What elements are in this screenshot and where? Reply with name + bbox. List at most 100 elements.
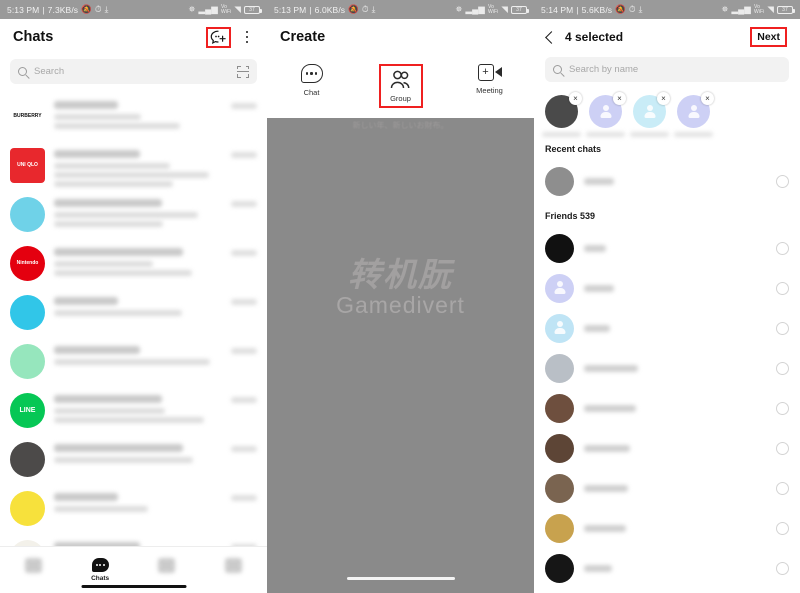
select-radio[interactable] <box>776 361 789 375</box>
scan-code-icon[interactable] <box>237 65 249 78</box>
chat-list-item[interactable] <box>0 191 267 240</box>
select-radio[interactable] <box>776 321 789 335</box>
section-header: Recent chats <box>545 144 602 154</box>
contact-row[interactable] <box>534 468 800 508</box>
select-radio[interactable] <box>776 281 789 295</box>
chat-message-preview <box>54 261 154 267</box>
vowifi-icon: Vo WiFi <box>753 3 765 15</box>
chat-timestamp <box>231 446 257 452</box>
chat-timestamp <box>231 152 257 158</box>
selected-member[interactable]: × <box>586 92 626 137</box>
chat-list-item[interactable]: BURBERRY <box>0 93 267 142</box>
avatar <box>545 513 574 543</box>
status-separator: | <box>576 4 579 15</box>
avatar <box>545 433 574 463</box>
create-option-meeting[interactable]: + Meeting <box>445 64 534 95</box>
bottom-nav-item-chats[interactable]: Chats <box>67 558 134 582</box>
home-indicator <box>346 577 455 580</box>
download-icon: ⤓ <box>104 4 109 14</box>
contact-name <box>584 364 766 372</box>
avatar <box>545 353 574 383</box>
bluetooth-icon: ✵ <box>455 4 463 14</box>
chat-list-item[interactable]: Nintendo <box>0 240 267 289</box>
vowifi-icon: Vo WiFi <box>487 3 499 15</box>
select-radio[interactable] <box>776 401 789 415</box>
contact-row[interactable] <box>534 348 800 388</box>
download-icon: ⤓ <box>371 4 376 14</box>
avatar <box>545 473 574 503</box>
chat-message-preview <box>54 114 142 120</box>
chat-list-item[interactable] <box>0 436 267 485</box>
status-separator: | <box>309 4 312 15</box>
new-chat-icon[interactable] <box>210 30 227 45</box>
back-chevron-icon[interactable] <box>545 30 558 44</box>
remove-x-icon[interactable]: × <box>569 92 582 105</box>
contact-row[interactable] <box>534 548 800 588</box>
chat-list-item[interactable] <box>0 485 267 534</box>
avatar <box>545 166 574 196</box>
contact-row[interactable] <box>534 388 800 428</box>
bottom-nav-label: Chats <box>91 575 110 582</box>
chat-message-preview <box>54 163 170 169</box>
page-title: Create <box>280 29 326 45</box>
chat-list-item[interactable] <box>0 289 267 338</box>
selected-member[interactable]: × <box>542 92 582 137</box>
chat-list-item[interactable] <box>0 338 267 387</box>
create-option-group[interactable]: Group <box>356 64 445 108</box>
chat-message-preview <box>54 181 174 187</box>
remove-x-icon[interactable]: × <box>701 92 714 105</box>
select-radio[interactable] <box>776 241 789 255</box>
status-bar-1: 5:13 PM | 7.3KB/s 🔕 ⏱ ⤓ ✵ ▂▄▆ Vo WiFi ◥ 3… <box>0 0 267 19</box>
contact-name-text <box>584 564 612 572</box>
select-radio[interactable] <box>776 441 789 455</box>
select-radio[interactable] <box>776 561 789 575</box>
bottom-nav-item-timeline-icon[interactable] <box>134 557 201 583</box>
contact-row[interactable] <box>534 161 800 201</box>
contact-sections[interactable]: Recent chats Friends 539 <box>534 134 800 593</box>
meeting-lens-icon <box>494 67 502 77</box>
chat-timestamp <box>231 103 257 109</box>
contact-name <box>584 324 766 332</box>
search-input[interactable]: Search <box>10 59 257 84</box>
chat-list[interactable]: BURBERRY UNI QLO Nintendo LINE <box>0 93 267 583</box>
next-button[interactable]: Next <box>757 31 780 43</box>
wifi-icon: ◥ <box>767 4 774 14</box>
status-time: 5:13 PM <box>274 4 307 15</box>
contact-name <box>584 564 766 572</box>
remove-x-icon[interactable]: × <box>613 92 626 105</box>
chat-list-item[interactable]: UNI QLO <box>0 142 267 191</box>
create-option-chat[interactable]: Chat <box>267 64 356 97</box>
search-by-name-input[interactable]: Search by name <box>545 57 789 82</box>
contact-name <box>584 444 766 452</box>
kebab-menu-icon[interactable] <box>240 28 254 46</box>
contact-row[interactable] <box>534 428 800 468</box>
status-left-1: 5:13 PM | 7.3KB/s 🔕 ⏱ ⤓ <box>7 4 108 15</box>
status-right-3: ✵ ▂▄▆ Vo WiFi ◥ 37 <box>721 3 795 15</box>
chat-list-item[interactable]: LINE <box>0 387 267 436</box>
meeting-plus-icon: + <box>477 64 494 81</box>
contact-name-text <box>584 244 606 252</box>
dimmed-background-overlay[interactable]: 新しい年、新しいお財布。 转机朊 Gamedivert <box>267 118 534 593</box>
status-left-3: 5:14 PM | 5.6KB/s 🔕 ⏱ ⤓ <box>541 4 642 15</box>
contact-row[interactable] <box>534 228 800 268</box>
status-net-speed: 7.3KB/s <box>47 4 79 15</box>
selected-members-strip[interactable]: × × × × <box>534 87 800 137</box>
contact-row[interactable] <box>534 268 800 308</box>
status-time: 5:13 PM <box>7 4 40 15</box>
selected-member[interactable]: × <box>630 92 670 137</box>
watermark-cjk: 转机朊 <box>348 255 453 294</box>
bottom-nav-item-home-icon[interactable] <box>0 557 67 583</box>
remove-x-icon[interactable]: × <box>657 92 670 105</box>
selected-member[interactable]: × <box>674 92 714 137</box>
contact-row[interactable] <box>534 588 800 593</box>
section-header: Friends 539 <box>545 211 596 221</box>
select-radio[interactable] <box>776 174 789 188</box>
select-radio[interactable] <box>776 481 789 495</box>
bottom-nav-item-wallet-icon[interactable] <box>200 557 267 583</box>
select-radio[interactable] <box>776 521 789 535</box>
contact-row[interactable] <box>534 308 800 348</box>
chat-preview <box>54 491 222 515</box>
contact-row[interactable] <box>534 508 800 548</box>
signal-icon: ▂▄▆ <box>465 4 485 14</box>
status-left-2: 5:13 PM | 6.0KB/s 🔕 ⏱ ⤓ <box>274 4 375 15</box>
